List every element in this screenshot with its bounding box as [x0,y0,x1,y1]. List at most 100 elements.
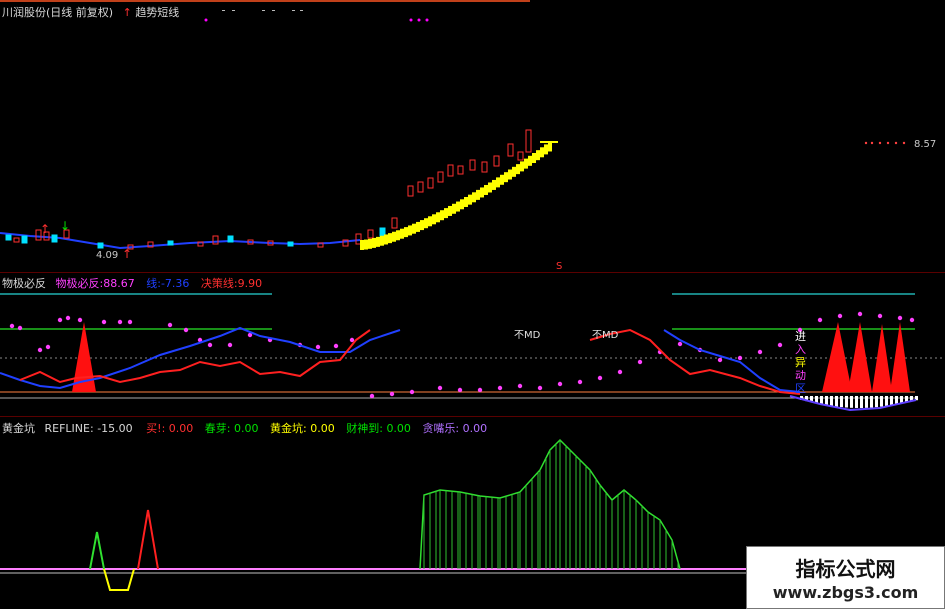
top-dot-3 [425,18,429,22]
bottom-panel-title[interactable]: 黄金坑 [2,422,35,435]
candle-23 [407,185,414,197]
trend-band-seg-45 [540,147,544,158]
hatch-bar-845 [845,396,848,408]
price-label: 8.57 [914,139,937,150]
right-dot-4 [894,141,898,145]
mid-magenta-dot-40 [757,349,763,355]
trend-band-seg-2 [368,238,372,249]
candle-7 [97,242,104,249]
trend-band-seg-7 [388,233,392,244]
trend-band-seg-21 [444,208,448,219]
trend-band-seg-5 [380,235,384,246]
mid-magenta-dot-41 [777,342,783,348]
watermark: 指标公式网 www.zbgs3.com [746,546,945,609]
bottom-green-peak-small [89,531,105,570]
legend-decision: 决策线:9.90 [200,277,263,290]
mid-spike-right-1 [848,322,872,392]
top-panel-header: 川润股份(日线 前复权) ↑ 趋势短线 [2,4,179,20]
mid-magenta-dot-38 [717,357,723,363]
hatch-bar-870 [870,396,873,408]
legend-golden-pit: 黄金坑: 0.00 [270,422,335,435]
low-price-label: 4.09 [96,250,119,261]
legend-chunya: 春芽: 0.00 [204,422,259,435]
hatch-bar-890 [890,396,893,406]
mid-magenta-dot-36 [677,341,683,347]
legend-caishen: 财神到: 0.00 [346,422,411,435]
stock-title[interactable]: 川润股份(日线 前复权) [2,6,113,19]
bottom-red-peak [137,509,159,570]
trend-band-seg-28 [472,192,476,203]
mid-magenta-dot-3 [45,344,51,350]
mid-panel-title[interactable]: 物极必反 [2,277,46,290]
trend-band-seg-10 [400,228,404,239]
word-jin: 进 [795,330,806,343]
mid-magenta-dot-5 [65,315,71,321]
trend-band-seg-35 [500,174,504,185]
down-arrow-icon: ↓ [60,219,70,233]
mid-magenta-dot-14 [227,342,233,348]
mid-magenta-dot-22 [389,391,395,397]
top-tick-5 [300,10,303,11]
right-dot-5 [902,141,906,145]
candle-32 [507,143,514,157]
mid-magenta-dot-13 [207,342,213,348]
hatch-bar-840 [840,396,843,408]
trend-band-seg-37 [508,169,512,180]
top-dot-2 [417,18,421,22]
mid-magenta-dot-32 [597,375,603,381]
trend-band-seg-17 [428,216,432,227]
trend-band-seg-23 [452,203,456,214]
hatch-bar-825 [825,396,828,406]
indicator-name[interactable]: 趋势短线 [135,6,179,19]
trend-band-seg-32 [488,182,492,193]
trend-band-seg-1 [364,239,368,250]
trend-band-seg-41 [524,158,528,169]
top-highlight-bar [0,0,530,2]
right-dot-0 [864,141,868,145]
trend-band-seg-11 [404,227,408,238]
trend-band-seg-13 [412,223,416,234]
mid-spike-right-0 [822,322,852,392]
top-dot-1 [409,18,413,22]
candle-28 [457,165,464,175]
word-ru: 入 [795,343,806,356]
mid-magenta-dot-19 [333,343,339,349]
refline-legend: REFLINE: -15.00 [44,422,133,435]
mid-magenta-dot-6 [77,317,83,323]
trend-band-seg-20 [440,210,444,221]
panel-separator-bottom [0,416,945,417]
candle-2 [21,235,28,244]
trend-band-seg-33 [492,179,496,190]
candle-20 [367,229,374,239]
mid-magenta-dot-43 [817,317,823,323]
trend-band-seg-43 [532,153,536,164]
candle-1 [13,237,20,243]
buy-arrow-icon: ↑ [40,222,50,236]
right-dot-3 [886,141,890,145]
candle-34 [525,129,532,153]
mid-magenta-dot-18 [315,344,321,350]
mid-magenta-dot-45 [857,311,863,317]
candle-26 [437,171,444,183]
mid-magenta-dot-31 [577,379,583,385]
mid-magenta-dot-30 [557,381,563,387]
top-tick-2 [262,10,265,11]
trend-band-seg-30 [480,187,484,198]
trend-band-seg-12 [408,225,412,236]
mid-magenta-dot-34 [637,359,643,365]
top-dot-0 [204,18,208,22]
mid-magenta-dot-39 [737,355,743,361]
trend-band-seg-39 [516,164,520,175]
panel-separator-top [0,272,945,273]
mid-blue-line-2 [663,329,801,393]
hatch-bar-885 [885,396,888,406]
legend-tanzui: 贪嘴乐: 0.00 [422,422,488,435]
trend-band-seg-0 [360,240,364,250]
trend-band-seg-3 [372,237,376,248]
mid-red-line-1 [19,329,371,384]
candle-13 [227,235,234,243]
bottom-panel-header: 黄金坑 REFLINE: -15.00 买!: 0.00 春芽: 0.00 黄金… [2,420,487,436]
hatch-bar-875 [875,396,878,408]
chart-canvas[interactable]: ↑ ↓ ↑ [0,0,945,609]
hatch-bar-820 [820,396,823,405]
